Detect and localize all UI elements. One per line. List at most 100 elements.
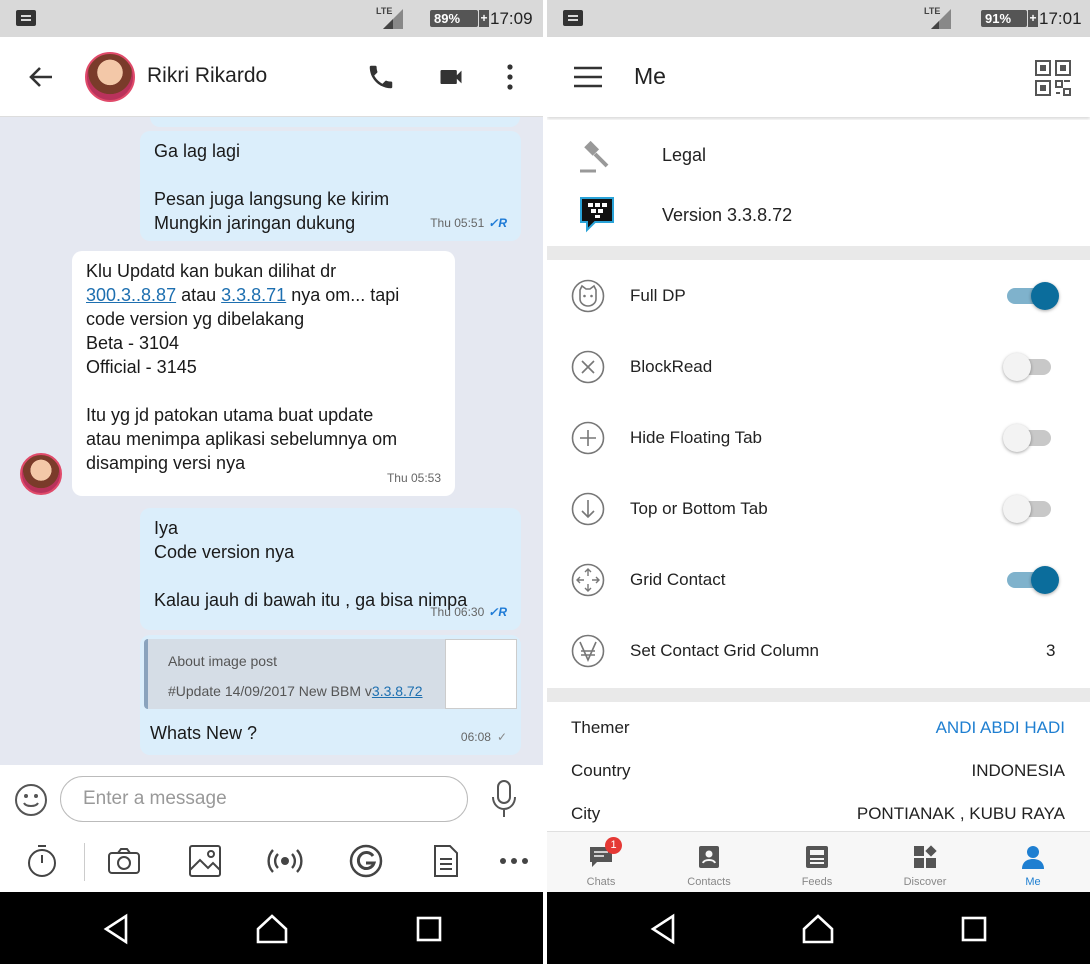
more-vertical-icon[interactable] — [498, 62, 522, 92]
page-title: Me — [634, 63, 666, 89]
arrow-down-circle-icon — [571, 492, 605, 526]
version-label: Version 3.3.8.72 — [662, 205, 793, 225]
message-meta: Thu 05:51 ✓R — [430, 216, 507, 230]
nav-recents-icon[interactable] — [957, 912, 991, 946]
nav-back-icon[interactable] — [100, 912, 134, 946]
full-dp-toggle[interactable] — [1007, 282, 1059, 310]
version-link[interactable]: 3.3.8.71 — [221, 285, 286, 305]
microphone-icon[interactable] — [490, 779, 518, 819]
system-nav-bar — [547, 892, 1090, 964]
message-text: code version yg dibelakang Beta - 3104 O… — [86, 309, 398, 473]
bottom-tab-bar: 1 Chats Contacts Feeds Discover Me — [547, 831, 1090, 893]
setting-label: Full DP — [630, 286, 686, 305]
tab-label: Me — [1025, 876, 1041, 888]
document-icon[interactable] — [428, 843, 464, 879]
setting-blockread[interactable]: BlockRead — [547, 331, 1090, 402]
sender-avatar[interactable] — [20, 453, 62, 495]
contact-avatar[interactable] — [85, 52, 135, 102]
google-icon[interactable] — [348, 843, 384, 879]
message-text: Whats New ? — [150, 723, 258, 743]
message-bubble[interactable]: Ga lag lagi Pesan juga langsung ke kirim… — [140, 131, 521, 241]
image-thumbnail[interactable] — [445, 639, 517, 709]
section-gap — [547, 688, 1090, 702]
gallery-icon[interactable] — [187, 843, 223, 879]
section-gap — [547, 246, 1090, 260]
toolbar-divider — [84, 843, 85, 881]
person-icon — [1022, 846, 1044, 869]
read-receipt: R — [498, 605, 507, 619]
nav-recents-icon[interactable] — [412, 912, 446, 946]
hamburger-menu-icon[interactable] — [573, 65, 603, 89]
top-bottom-tab-toggle[interactable] — [1003, 495, 1051, 523]
clock: 17:01 — [1039, 9, 1082, 28]
unread-badge: 1 — [605, 837, 622, 854]
tab-feeds[interactable]: Feeds — [763, 832, 871, 894]
qr-code-icon[interactable] — [1034, 59, 1072, 97]
video-call-icon[interactable] — [435, 63, 467, 91]
message-list[interactable]: Ga lag lagi Pesan juga langsung ke kirim… — [0, 117, 543, 765]
chat-screen: LTE 89% + 17:09 Rikri Rikardo Ga lag lagi… — [0, 0, 543, 964]
back-arrow-icon[interactable] — [26, 61, 58, 93]
version-row[interactable]: Version 3.3.8.72 — [547, 188, 1090, 246]
x-circle-icon — [571, 350, 605, 384]
plus-circle-icon — [571, 421, 605, 455]
tab-label: Feeds — [801, 876, 833, 888]
message-meta: 06:08 ✓ — [461, 725, 507, 749]
gavel-icon — [580, 140, 609, 173]
timer-icon[interactable] — [24, 843, 60, 879]
version-link[interactable]: 300.3..8.87 — [86, 285, 176, 305]
nav-home-icon[interactable] — [255, 912, 289, 946]
emoji-icon[interactable] — [14, 783, 48, 817]
message-bubble[interactable]: Iya Code version nya Kalau jauh di bawah… — [140, 508, 521, 630]
nav-home-icon[interactable] — [801, 912, 835, 946]
message-text: Iya Code version nya Kalau jauh di bawah… — [154, 518, 468, 610]
info-key: Country — [571, 761, 631, 780]
message-bubble[interactable]: Klu Updatd kan bukan dilihat dr 300.3..8… — [72, 251, 455, 496]
tab-me[interactable]: Me — [979, 832, 1087, 894]
cat-face-icon — [571, 279, 605, 313]
bbm-notification-icon — [16, 10, 36, 26]
version-link[interactable]: 3.3.8.72 — [372, 683, 423, 699]
setting-grid-column[interactable]: Set Contact Grid Column 3 — [547, 615, 1090, 688]
read-receipt: R — [498, 216, 507, 230]
more-horizontal-icon[interactable] — [496, 843, 532, 879]
tab-contacts[interactable]: Contacts — [655, 832, 763, 894]
legal-label: Legal — [662, 145, 707, 165]
contact-name[interactable]: Rikri Rikardo — [147, 64, 267, 88]
setting-full-dp[interactable]: Full DP — [547, 260, 1090, 331]
themer-link[interactable]: ANDI ABDI HADI — [936, 718, 1065, 738]
message-text-fragment: atau — [176, 285, 222, 305]
quoted-post[interactable]: About image post #Update 14/09/2017 New … — [144, 639, 517, 709]
blockread-toggle[interactable] — [1003, 353, 1051, 381]
setting-label: Hide Floating Tab — [630, 428, 762, 447]
hide-floating-tab-toggle[interactable] — [1003, 424, 1051, 452]
broadcast-icon[interactable] — [267, 843, 303, 879]
tab-chats[interactable]: 1 Chats — [547, 832, 655, 894]
me-screen: LTE 91% + 17:01 Me Legal Version 3.3.8.72… — [547, 0, 1090, 964]
battery-indicator: 89% + — [430, 10, 489, 27]
tab-label: Chats — [586, 876, 616, 888]
legal-row[interactable]: Legal — [547, 120, 1090, 188]
setting-label: Set Contact Grid Column — [630, 641, 819, 660]
phone-icon[interactable] — [366, 62, 396, 92]
message-input[interactable]: Enter a message — [60, 776, 468, 822]
setting-top-bottom-tab[interactable]: Top or Bottom Tab — [547, 473, 1090, 544]
bbm-logo-icon — [580, 197, 614, 233]
camera-icon[interactable] — [106, 843, 142, 879]
status-bar: LTE 89% + 17:09 — [0, 0, 543, 37]
quote-text-fragment: #Update 14/09/2017 New BBM v — [168, 683, 372, 699]
discover-grid-icon — [914, 845, 937, 868]
app-header: Me — [547, 37, 1090, 117]
tab-discover[interactable]: Discover — [871, 832, 979, 894]
message-bubble[interactable]: About image post #Update 14/09/2017 New … — [140, 635, 521, 755]
grid-contact-toggle[interactable] — [1007, 566, 1059, 594]
status-bar: LTE 91% + 17:01 — [547, 0, 1090, 37]
setting-hide-floating-tab[interactable]: Hide Floating Tab — [547, 402, 1090, 473]
sent-check-icon: ✓ — [496, 730, 507, 744]
setting-grid-contact[interactable]: Grid Contact — [547, 544, 1090, 615]
info-value: INDONESIA — [971, 761, 1065, 780]
move-arrows-icon — [571, 563, 605, 597]
bbm-notification-icon — [563, 10, 583, 26]
message-time: Thu 05:51 — [430, 216, 485, 230]
nav-back-icon[interactable] — [647, 912, 681, 946]
